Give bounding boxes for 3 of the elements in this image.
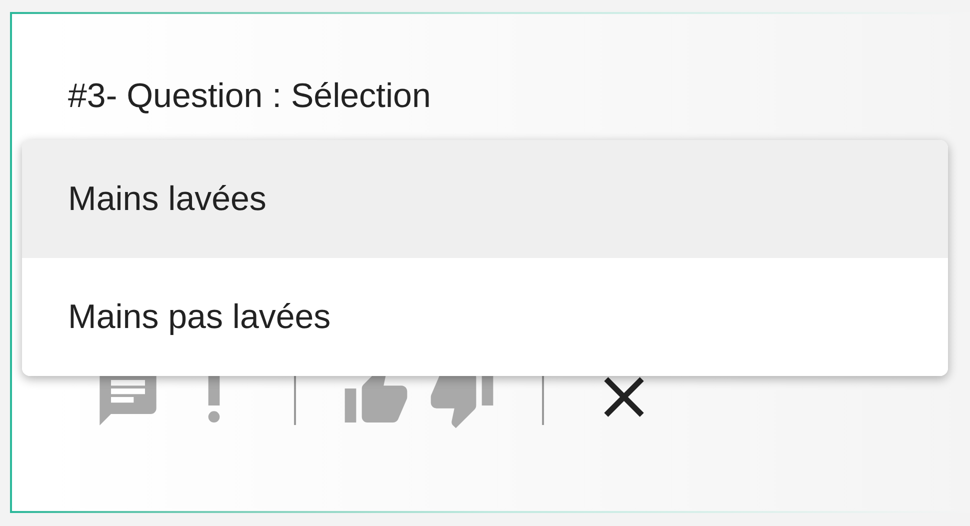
question-title: #3- Question : Sélection (68, 76, 431, 117)
menu-item[interactable]: Mains lavées (22, 140, 948, 258)
menu-item[interactable]: Mains pas lavées (22, 258, 948, 376)
